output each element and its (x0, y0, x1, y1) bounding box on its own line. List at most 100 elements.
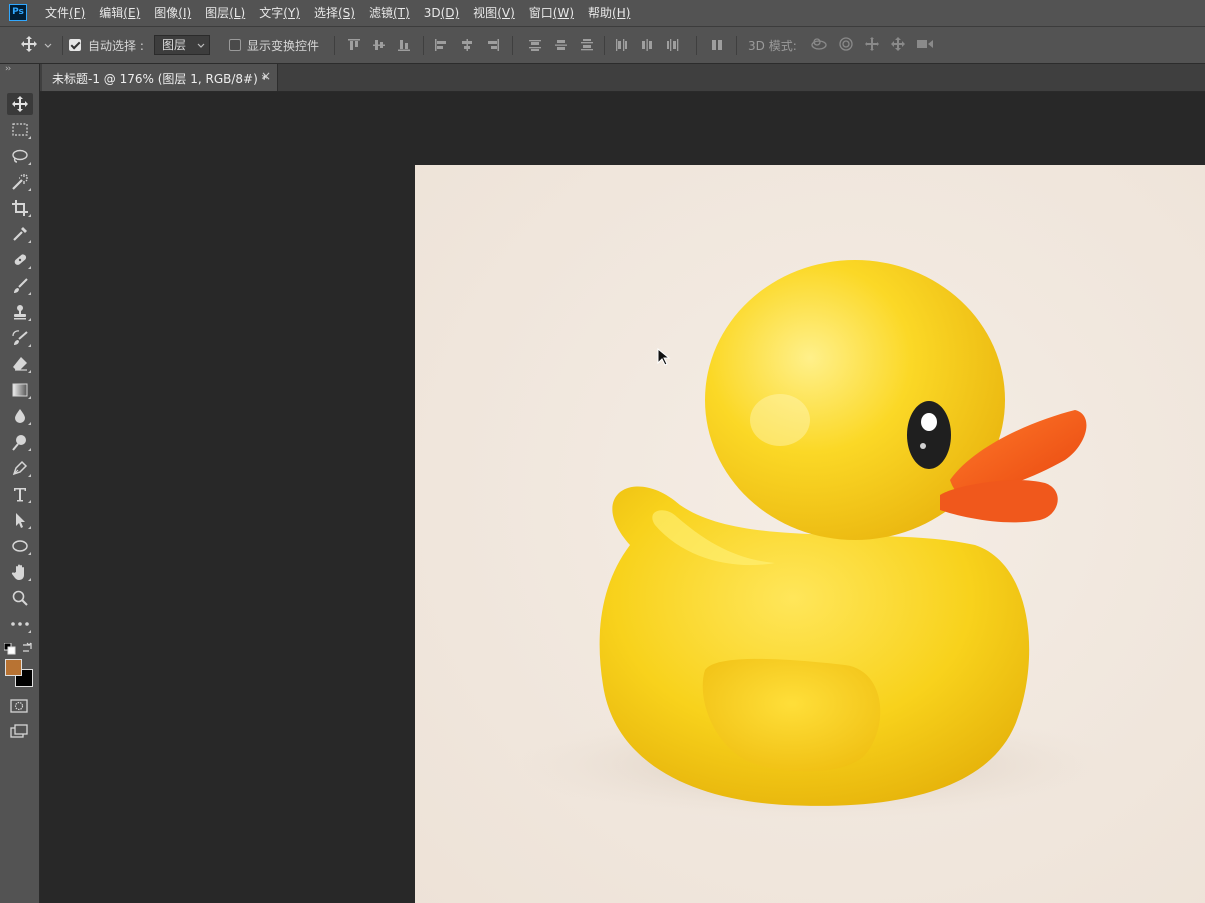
orbit-3d-icon[interactable] (810, 36, 828, 55)
align-vcenter-icon[interactable] (372, 38, 386, 52)
chevron-down-icon (197, 36, 205, 61)
distribute-top-icon[interactable] (528, 38, 542, 52)
menu-select[interactable]: 选择(S) (307, 0, 362, 26)
bandage-icon (11, 251, 29, 269)
pen-tool[interactable] (7, 457, 33, 479)
roll-3d-icon[interactable] (838, 36, 854, 55)
marquee-icon (11, 122, 29, 138)
align-bottom-icon[interactable] (397, 38, 411, 52)
distribute-bottom-icon[interactable] (580, 38, 594, 52)
document-tab[interactable]: 未标题-1 @ 176% (图层 1, RGB/8#) * × (42, 64, 278, 91)
auto-select-toggle[interactable]: 自动选择 : (69, 27, 144, 63)
auto-select-target-dropdown[interactable]: 图层 (154, 35, 210, 55)
move-icon (20, 35, 38, 56)
show-transform-toggle[interactable]: 显示变换控件 (229, 27, 319, 63)
menu-layer[interactable]: 图层(L) (198, 0, 252, 26)
close-icon[interactable]: × (261, 69, 271, 83)
drop-icon (11, 407, 29, 425)
align-top-icon[interactable] (347, 38, 361, 52)
hand-icon (11, 563, 29, 581)
default-colors-icon[interactable] (3, 642, 16, 658)
auto-align-icon[interactable] (710, 38, 724, 52)
dodge-tool[interactable] (7, 431, 33, 453)
rect-marquee-tool[interactable] (7, 119, 33, 141)
stamp-icon (11, 303, 29, 321)
document-canvas[interactable] (415, 165, 1205, 903)
align-left-icon[interactable] (434, 38, 448, 52)
menu-3d[interactable]: 3D(D) (417, 0, 466, 26)
eraser-icon (11, 355, 29, 373)
duck-image (415, 165, 1205, 903)
show-transform-checkbox[interactable] (229, 39, 241, 51)
zoom-tool[interactable] (7, 587, 33, 609)
eyedropper-icon (11, 225, 29, 243)
type-tool[interactable] (7, 483, 33, 505)
auto-select-checkbox[interactable] (69, 39, 81, 51)
crop-icon (11, 199, 29, 217)
quick-mask-icon[interactable] (10, 698, 28, 717)
menu-file[interactable]: 文件(F) (38, 0, 92, 26)
dodge-icon (11, 433, 29, 451)
history-brush-tool[interactable] (7, 327, 33, 349)
show-transform-label: 显示变换控件 (247, 38, 320, 53)
menu-items: 文件(F) 编辑(E) 图像(I) 图层(L) 文字(Y) 选择(S) 滤镜(T… (38, 0, 637, 26)
brush-tool[interactable] (7, 275, 33, 297)
distribute-hcenter-icon[interactable] (640, 38, 654, 52)
eyedropper-tool[interactable] (7, 223, 33, 245)
healing-brush-tool[interactable] (7, 249, 33, 271)
document-tab-bar: 未标题-1 @ 176% (图层 1, RGB/8#) * × (40, 64, 1205, 92)
eraser-tool[interactable] (7, 353, 33, 375)
lasso-icon (11, 148, 29, 164)
tool-preset-picker[interactable] (20, 27, 52, 63)
path-selection-tool[interactable] (7, 509, 33, 531)
align-right-icon[interactable] (486, 38, 500, 52)
hand-tool[interactable] (7, 561, 33, 583)
ellipse-tool[interactable] (7, 535, 33, 557)
align-hcenter-icon[interactable] (460, 38, 474, 52)
menu-bar: Ps 文件(F) 编辑(E) 图像(I) 图层(L) 文字(Y) 选择(S) 滤… (0, 0, 1205, 27)
distribute-right-icon[interactable] (666, 38, 680, 52)
distribute-vcenter-icon[interactable] (554, 38, 568, 52)
clone-stamp-tool[interactable] (7, 301, 33, 323)
menu-filter[interactable]: 滤镜(T) (362, 0, 417, 26)
magic-wand-tool[interactable] (7, 171, 33, 193)
blur-tool[interactable] (7, 405, 33, 427)
menu-help[interactable]: 帮助(H) (581, 0, 637, 26)
distribute-left-icon[interactable] (614, 38, 628, 52)
swap-colors-icon[interactable] (21, 641, 33, 656)
auto-select-label: 自动选择 : (88, 38, 144, 53)
ellipse-icon (11, 538, 29, 554)
edit-toolbar-button[interactable] (7, 613, 33, 635)
move-tool[interactable] (7, 93, 33, 115)
zoom-icon (11, 589, 29, 607)
menu-window[interactable]: 窗口(W) (522, 0, 581, 26)
options-bar: 自动选择 : 图层 显示变换控件 3D 模式: (0, 27, 1205, 64)
collapse-panel-icon[interactable]: ›› (5, 64, 11, 74)
3d-mode-label: 3D 模式: (748, 38, 797, 53)
crop-tool[interactable] (7, 197, 33, 219)
camera-3d-icon[interactable] (916, 37, 934, 54)
document-tab-title: 未标题-1 @ 176% (图层 1, RGB/8#) * (52, 72, 268, 86)
foreground-color-swatch[interactable] (5, 659, 22, 676)
pan-3d-icon[interactable] (864, 36, 880, 55)
photoshop-logo: Ps (9, 4, 27, 21)
menu-view[interactable]: 视图(V) (466, 0, 522, 26)
more-icon (10, 621, 30, 627)
gradient-icon (11, 382, 29, 398)
chevron-down-icon (44, 38, 52, 52)
slide-3d-icon[interactable] (890, 36, 906, 55)
arrow-icon (11, 511, 29, 529)
type-icon (11, 485, 29, 503)
screen-mode-icon[interactable] (10, 723, 28, 742)
mouse-cursor-icon (657, 347, 673, 371)
menu-type[interactable]: 文字(Y) (252, 0, 307, 26)
menu-image[interactable]: 图像(I) (147, 0, 198, 26)
brush-icon (11, 277, 29, 295)
lasso-tool[interactable] (7, 145, 33, 167)
move-icon (11, 95, 29, 113)
menu-edit[interactable]: 编辑(E) (92, 0, 147, 26)
history-brush-icon (11, 329, 29, 347)
pen-icon (11, 459, 29, 477)
gradient-tool[interactable] (7, 379, 33, 401)
magic-wand-icon (11, 173, 29, 191)
